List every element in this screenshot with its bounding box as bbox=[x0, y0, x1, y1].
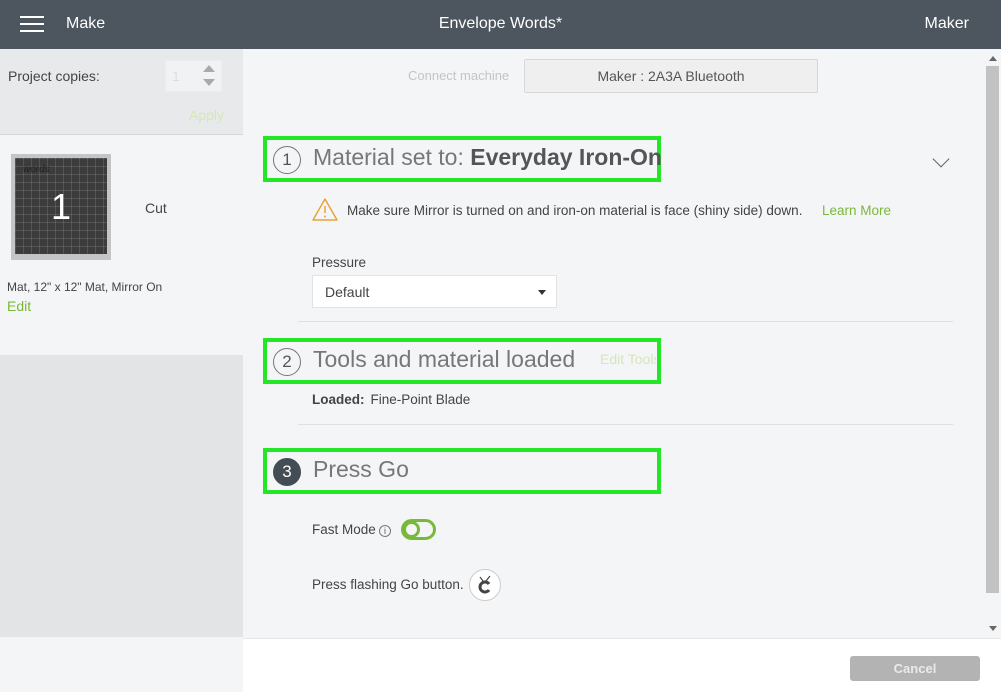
mat-number: 1 bbox=[50, 186, 72, 227]
divider bbox=[298, 424, 953, 425]
caret-down-icon bbox=[538, 290, 546, 295]
sidebar-empty-area bbox=[0, 355, 243, 637]
chevron-down-icon[interactable] bbox=[932, 150, 950, 168]
loaded-value: Fine-Point Blade bbox=[370, 392, 471, 407]
main-panel: Connect machine Maker : 2A3A Bluetooth 1… bbox=[243, 49, 985, 638]
project-copies-panel: Project copies: 1 Apply bbox=[0, 49, 243, 135]
sidebar: Project copies: 1 Apply words 1 Cut Mat,… bbox=[0, 49, 243, 692]
footer: Cancel bbox=[243, 638, 1001, 692]
decrement-arrow-icon[interactable] bbox=[203, 79, 215, 86]
step-1-number: 1 bbox=[273, 146, 301, 174]
learn-more-link[interactable]: Learn More bbox=[822, 203, 891, 218]
apply-button[interactable]: Apply bbox=[189, 107, 224, 123]
mat-edit-link[interactable]: Edit bbox=[7, 298, 31, 314]
step-2-number: 2 bbox=[273, 348, 301, 376]
press-go-instruction: Press flashing Go button. bbox=[312, 577, 464, 592]
cricut-go-icon bbox=[478, 575, 491, 594]
mirror-warning-text: Make sure Mirror is turned on and iron-o… bbox=[347, 203, 803, 218]
scroll-up-arrow-icon[interactable] bbox=[989, 56, 997, 61]
step-2-title: Tools and material loaded bbox=[313, 346, 576, 372]
pressure-select[interactable]: Default bbox=[312, 275, 557, 308]
increment-arrow-icon[interactable] bbox=[203, 65, 215, 72]
fast-mode-label: Fast Mode bbox=[312, 522, 376, 537]
project-copies-label: Project copies: bbox=[8, 68, 100, 84]
mat-list-item: words 1 Cut Mat, 12" x 12" Mat, Mirror O… bbox=[0, 136, 243, 355]
vertical-scrollbar[interactable] bbox=[985, 49, 1001, 638]
machine-name[interactable]: Maker bbox=[925, 15, 969, 33]
step-1-title: Material set to: Everyday Iron-On bbox=[313, 144, 662, 170]
step-3-number: 3 bbox=[273, 458, 301, 486]
project-title: Envelope Words* bbox=[438, 15, 563, 32]
step-3-header: 3 Press Go bbox=[263, 448, 661, 494]
divider bbox=[298, 321, 953, 322]
scrollbar-thumb[interactable] bbox=[986, 66, 999, 593]
fast-mode-toggle[interactable] bbox=[401, 519, 436, 540]
mat-thumbnail[interactable]: words 1 bbox=[11, 154, 111, 260]
warning-triangle-icon bbox=[312, 198, 338, 221]
go-button[interactable] bbox=[469, 569, 501, 601]
loaded-tools: Loaded: Fine-Point Blade bbox=[312, 392, 470, 407]
info-icon[interactable]: i bbox=[379, 525, 391, 537]
cancel-button[interactable]: Cancel bbox=[850, 656, 980, 681]
step-2-header: 2 Tools and material loaded Edit Tools bbox=[263, 338, 661, 384]
toggle-knob bbox=[403, 521, 420, 538]
project-copies-value: 1 bbox=[172, 68, 180, 84]
step-3-title: Press Go bbox=[313, 456, 409, 482]
pressure-value: Default bbox=[325, 284, 370, 300]
connect-machine-button[interactable]: Maker : 2A3A Bluetooth bbox=[524, 59, 818, 93]
mat-action-label: Cut bbox=[145, 200, 167, 216]
scroll-down-arrow-icon[interactable] bbox=[989, 626, 997, 631]
step-1-header[interactable]: 1 Material set to: Everyday Iron-On bbox=[263, 136, 662, 182]
project-copies-stepper[interactable]: 1 bbox=[165, 60, 222, 92]
connect-machine-label: Connect machine bbox=[408, 68, 510, 83]
material-name: Everyday Iron-On bbox=[470, 144, 662, 170]
top-bar: Make Envelope Words* Maker bbox=[0, 0, 1001, 49]
pressure-label: Pressure bbox=[312, 255, 367, 270]
mat-design-preview: words bbox=[23, 164, 50, 175]
loaded-label: Loaded: bbox=[312, 392, 365, 407]
edit-tools-link[interactable]: Edit Tools bbox=[600, 351, 656, 367]
mat-description: Mat, 12" x 12" Mat, Mirror On bbox=[7, 280, 163, 294]
